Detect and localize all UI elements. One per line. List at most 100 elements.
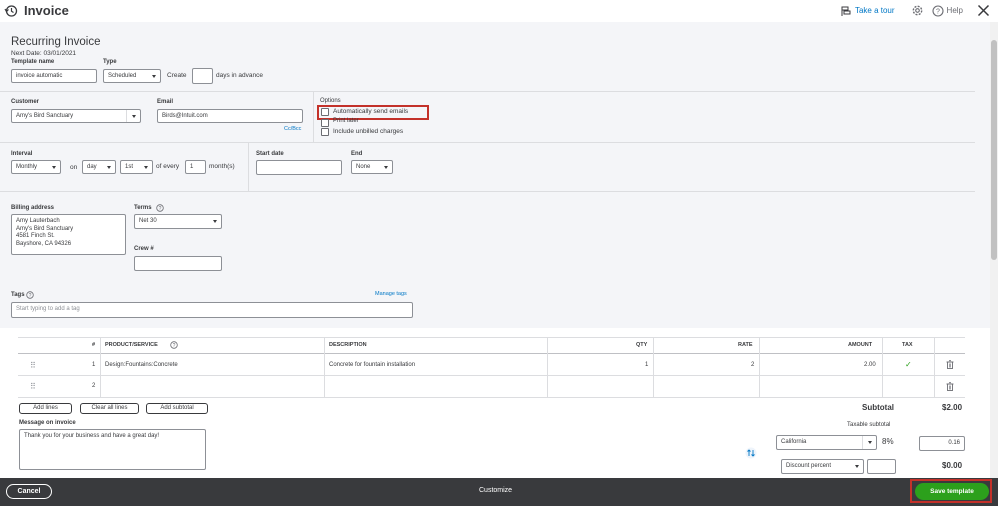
info-icon[interactable]: ?: [156, 204, 164, 212]
auto-send-checkbox[interactable]: [321, 108, 329, 116]
add-lines-button[interactable]: Add lines: [19, 403, 72, 414]
svg-text:?: ?: [173, 343, 176, 349]
divider: [0, 142, 975, 143]
tags-input[interactable]: Start typing to add a tag: [11, 302, 413, 318]
end-select[interactable]: None: [351, 160, 393, 174]
billing-line: Bayshore, CA 94326: [16, 241, 72, 248]
months-label: month(s): [209, 163, 235, 170]
take-tour-label: Take a tour: [854, 6, 895, 15]
row-divider: [18, 375, 965, 376]
drag-handle-icon[interactable]: ⠿: [30, 361, 36, 370]
row-qty[interactable]: 1: [645, 362, 648, 368]
day-select[interactable]: day: [82, 160, 116, 174]
info-icon[interactable]: ?: [26, 291, 34, 299]
trash-icon[interactable]: [946, 382, 954, 391]
interval-select[interactable]: Monthly: [11, 160, 61, 174]
print-later-label: Print later: [333, 118, 359, 124]
help-button[interactable]: ? Help: [931, 4, 963, 17]
type-select[interactable]: Scheduled: [103, 69, 161, 83]
take-tour-link[interactable]: Take a tour: [841, 6, 895, 16]
include-unbilled-checkbox[interactable]: [321, 128, 329, 136]
discount-type-select[interactable]: Discount percent: [781, 459, 864, 474]
divider: [248, 143, 249, 191]
message-label: Message on invoice: [19, 420, 76, 426]
create-days-input[interactable]: [192, 68, 213, 84]
customer-label: Customer: [11, 99, 40, 105]
col-divider: [547, 337, 548, 397]
tax-checkmark-icon[interactable]: ✓: [905, 360, 912, 369]
interval-label: Interval: [11, 151, 33, 157]
col-divider: [882, 337, 883, 397]
row-amount[interactable]: 2.00: [864, 362, 876, 368]
history-icon[interactable]: [4, 4, 18, 18]
col-divider: [759, 337, 760, 397]
print-later-checkbox[interactable]: [321, 119, 329, 127]
options-label: Options: [320, 98, 341, 104]
on-label: on: [70, 164, 78, 171]
cancel-button[interactable]: Cancel: [6, 484, 52, 499]
divider: [862, 436, 863, 449]
divider: [313, 92, 314, 142]
svg-text:?: ?: [29, 293, 32, 299]
manage-tags-link[interactable]: Manage tags: [375, 291, 407, 297]
row-num: 1: [92, 362, 96, 368]
info-icon[interactable]: ?: [170, 341, 178, 349]
days-in-advance-label: days in advance: [216, 72, 263, 79]
close-icon[interactable]: [977, 4, 990, 17]
divider: [0, 91, 975, 92]
tour-icon: [841, 6, 851, 16]
discount-value-input[interactable]: [867, 459, 896, 474]
gear-icon[interactable]: [911, 4, 924, 17]
row-rate[interactable]: 2: [751, 362, 754, 368]
add-subtotal-button[interactable]: Add subtotal: [146, 403, 208, 414]
scrollbar-thumb[interactable]: [991, 40, 997, 260]
cc-bcc-link[interactable]: Cc/Bcc: [284, 126, 301, 132]
terms-label: Terms: [134, 205, 152, 211]
svg-text:?: ?: [936, 8, 940, 15]
col-header-qty: QTY: [636, 342, 648, 348]
trash-icon[interactable]: [946, 360, 954, 369]
tax-rate: 8%: [882, 437, 894, 446]
email-label: Email: [157, 99, 174, 105]
swap-tax-icon[interactable]: [745, 447, 757, 459]
months-input[interactable]: 1: [185, 160, 206, 174]
save-template-button[interactable]: Save template: [915, 483, 989, 500]
drag-handle-icon[interactable]: ⠿: [30, 382, 36, 391]
row-description[interactable]: Concrete for fountain installation: [329, 362, 415, 368]
message-textarea[interactable]: Thank you for your business and have a g…: [19, 429, 206, 470]
crew-label: Crew #: [134, 246, 154, 252]
template-name-input[interactable]: invoice automatic: [11, 69, 97, 83]
billing-line: Amy Lauterbach: [16, 218, 60, 224]
billing-line: 4581 Finch St.: [16, 233, 55, 240]
start-date-input[interactable]: [256, 160, 342, 175]
clear-all-lines-button[interactable]: Clear all lines: [80, 403, 139, 414]
day-number-select[interactable]: 1st: [120, 160, 153, 174]
billing-line: Amy's Bird Sanctuary: [16, 225, 74, 232]
col-divider: [653, 337, 654, 397]
crew-input[interactable]: [134, 256, 222, 271]
template-name-label: Template name: [11, 59, 55, 65]
col-header-rate: RATE: [738, 342, 753, 348]
next-date: Next Date: 03/01/2021: [11, 50, 77, 57]
include-unbilled-label: Include unbilled charges: [333, 128, 404, 135]
recurring-heading: Recurring Invoice: [11, 36, 101, 48]
auto-send-label: Automatically send emails: [333, 108, 409, 115]
type-label: Type: [103, 59, 117, 65]
row-product[interactable]: Design:Fountains:Concrete: [105, 362, 178, 368]
divider: [0, 191, 975, 192]
start-date-label: Start date: [256, 151, 284, 157]
tax-amount-input[interactable]: 0.16: [919, 436, 965, 451]
header-divider: [18, 353, 965, 354]
col-header-tax: TAX: [902, 342, 913, 348]
email-input[interactable]: Birds@Intuit.com: [157, 109, 303, 123]
page-title: Invoice: [24, 3, 69, 18]
row-num: 2: [92, 383, 96, 389]
customer-select[interactable]: Amy's Bird Sanctuary: [11, 109, 141, 123]
col-header-description: DESCRIPTION: [329, 342, 367, 348]
of-every-label: of every: [156, 163, 180, 170]
svg-text:?: ?: [159, 206, 162, 212]
customize-button[interactable]: Customize: [479, 487, 512, 494]
help-icon: ?: [931, 4, 944, 17]
terms-select[interactable]: Net 30: [134, 214, 222, 229]
billing-address-textarea[interactable]: Amy Lauterbach Amy's Bird Sanctuary 4581…: [11, 214, 126, 255]
